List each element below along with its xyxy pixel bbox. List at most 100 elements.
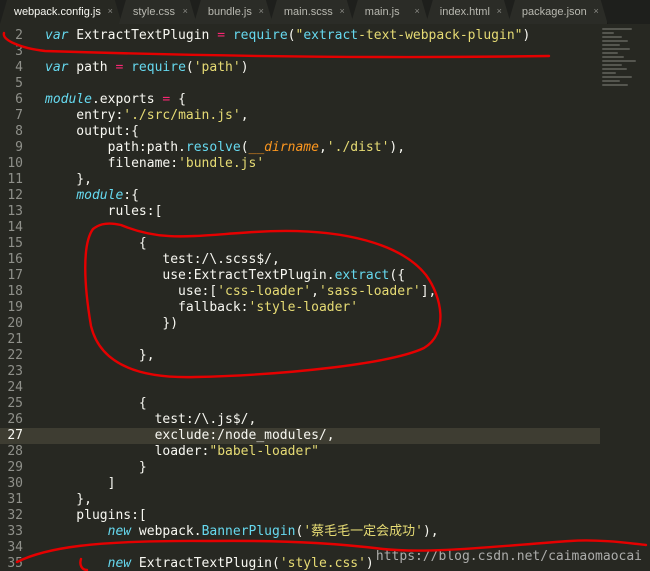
tab-label: main.scss [283,6,333,18]
code-text: use:ExtractTextPlugin.extract({ [45,268,406,283]
code-line[interactable]: 15 { [0,236,600,252]
tab-label: main.js [364,6,400,18]
code-text: }, [45,172,92,187]
code-line[interactable]: 27 exclude:/node_modules/, [0,428,600,444]
code-line[interactable]: 28 loader:"babel-loader" [0,444,600,460]
tab-webpack-config[interactable]: webpack.config.js × [0,0,122,24]
tab-label: bundle.js [207,6,252,18]
close-icon[interactable]: × [415,6,420,16]
minimap[interactable] [602,24,650,94]
code-line[interactable]: 11 }, [0,172,600,188]
code-text: var path = require('path') [45,60,249,75]
code-line[interactable]: 3 [0,44,600,60]
line-number: 20 [7,316,23,331]
line-number: 31 [7,492,23,507]
line-number: 8 [15,124,23,139]
close-icon[interactable]: × [340,6,345,16]
code-line[interactable]: 12 module:{ [0,188,600,204]
code-text: test:/\.scss$/, [45,252,280,267]
code-line[interactable]: 31 }, [0,492,600,508]
line-number: 14 [7,220,23,235]
code-line[interactable]: 8 output:{ [0,124,600,140]
code-line[interactable]: 32 plugins:[ [0,508,600,524]
code-text: { [45,236,147,251]
code-text: output:{ [45,124,139,139]
tab-bar: webpack.config.js × style.css × bundle.js ×… [0,0,650,24]
code-line[interactable]: 10 filename:'bundle.js' [0,156,600,172]
tab-package-json[interactable]: package.json × [508,0,608,24]
code-text: ] [45,476,116,491]
line-number: 16 [7,252,23,267]
code-line[interactable]: 16 test:/\.scss$/, [0,252,600,268]
code-line[interactable]: 2 var ExtractTextPlugin = require("extrac… [0,28,600,44]
tab-style-css[interactable]: style.css × [119,0,197,24]
code-line[interactable]: 30 ] [0,476,600,492]
line-number: 22 [7,348,23,363]
close-icon[interactable]: × [108,6,113,16]
line-number: 27 [7,428,23,443]
code-line[interactable]: 33 new webpack.BannerPlugin('蔡毛毛一定会成功'), [0,524,600,540]
close-icon[interactable]: × [593,6,598,16]
line-number: 24 [7,380,23,395]
code-line[interactable]: 19 fallback:'style-loader' [0,300,600,316]
tab-label: package.json [521,6,587,18]
line-number: 19 [7,300,23,315]
watermark: https://blog.csdn.net/caimaomaocai [375,549,642,564]
code-text: path:path.resolve(__dirname,'./dist'), [45,140,406,155]
tab-bundle-js[interactable]: bundle.js × [194,0,273,24]
code-text: entry:'./src/main.js', [45,108,249,123]
code-text: loader:"babel-loader" [45,444,319,459]
tab-main-scss[interactable]: main.scss × [270,0,354,24]
line-number: 28 [7,444,23,459]
code-line[interactable]: 14 [0,220,600,236]
close-icon[interactable]: × [497,6,502,16]
line-number: 7 [15,108,23,123]
code-line[interactable]: 6 module.exports = { [0,92,600,108]
tab-label: style.css [132,6,176,18]
code-line[interactable]: 21 [0,332,600,348]
code-line[interactable]: 17 use:ExtractTextPlugin.extract({ [0,268,600,284]
code-line[interactable]: 22 }, [0,348,600,364]
code-line[interactable]: 24 [0,380,600,396]
line-number: 3 [15,44,23,59]
code-line[interactable]: 29 } [0,460,600,476]
tab-label: webpack.config.js [14,6,101,18]
tab-main-js[interactable]: main.js × [351,0,429,24]
code-text: new ExtractTextPlugin('style.css') [107,556,374,571]
tab-label: index.html [439,6,490,18]
line-number: 9 [15,140,23,155]
code-line[interactable]: 13 rules:[ [0,204,600,220]
code-line[interactable]: 9 path:path.resolve(__dirname,'./dist'), [0,140,600,156]
code-text: new webpack.BannerPlugin('蔡毛毛一定会成功'), [107,524,439,539]
code-text: plugins:[ [45,508,147,523]
code-text: { [45,396,147,411]
code-text: } [45,460,147,475]
code-text: exclude:/node_modules/, [45,428,335,443]
code-line[interactable]: 25 { [0,396,600,412]
tab-index-html[interactable]: index.html × [426,0,511,24]
line-number: 32 [7,508,23,523]
line-number: 21 [7,332,23,347]
code-line[interactable]: 7 entry:'./src/main.js', [0,108,600,124]
close-icon[interactable]: × [183,6,188,16]
close-icon[interactable]: × [259,6,264,16]
code-editor[interactable]: 2 var ExtractTextPlugin = require("extrac… [0,24,650,571]
code-line[interactable]: 5 [0,76,600,92]
code-text: module.exports = { [45,92,186,107]
code-line[interactable]: 4 var path = require('path') [0,60,600,76]
code-line[interactable]: 18 use:['css-loader','sass-loader'], [0,284,600,300]
line-number: 10 [7,156,23,171]
code-line[interactable]: 23 [0,364,600,380]
line-number: 26 [7,412,23,427]
code-line[interactable]: 20 }) [0,316,600,332]
line-number: 15 [7,236,23,251]
code-line[interactable]: 26 test:/\.js$/, [0,412,600,428]
line-number: 35 [7,556,23,571]
line-number: 6 [15,92,23,107]
line-number: 11 [7,172,23,187]
code-text: filename:'bundle.js' [45,156,265,171]
code-text: }, [45,492,92,507]
line-number: 23 [7,364,23,379]
line-number: 29 [7,460,23,475]
line-number: 30 [7,476,23,491]
